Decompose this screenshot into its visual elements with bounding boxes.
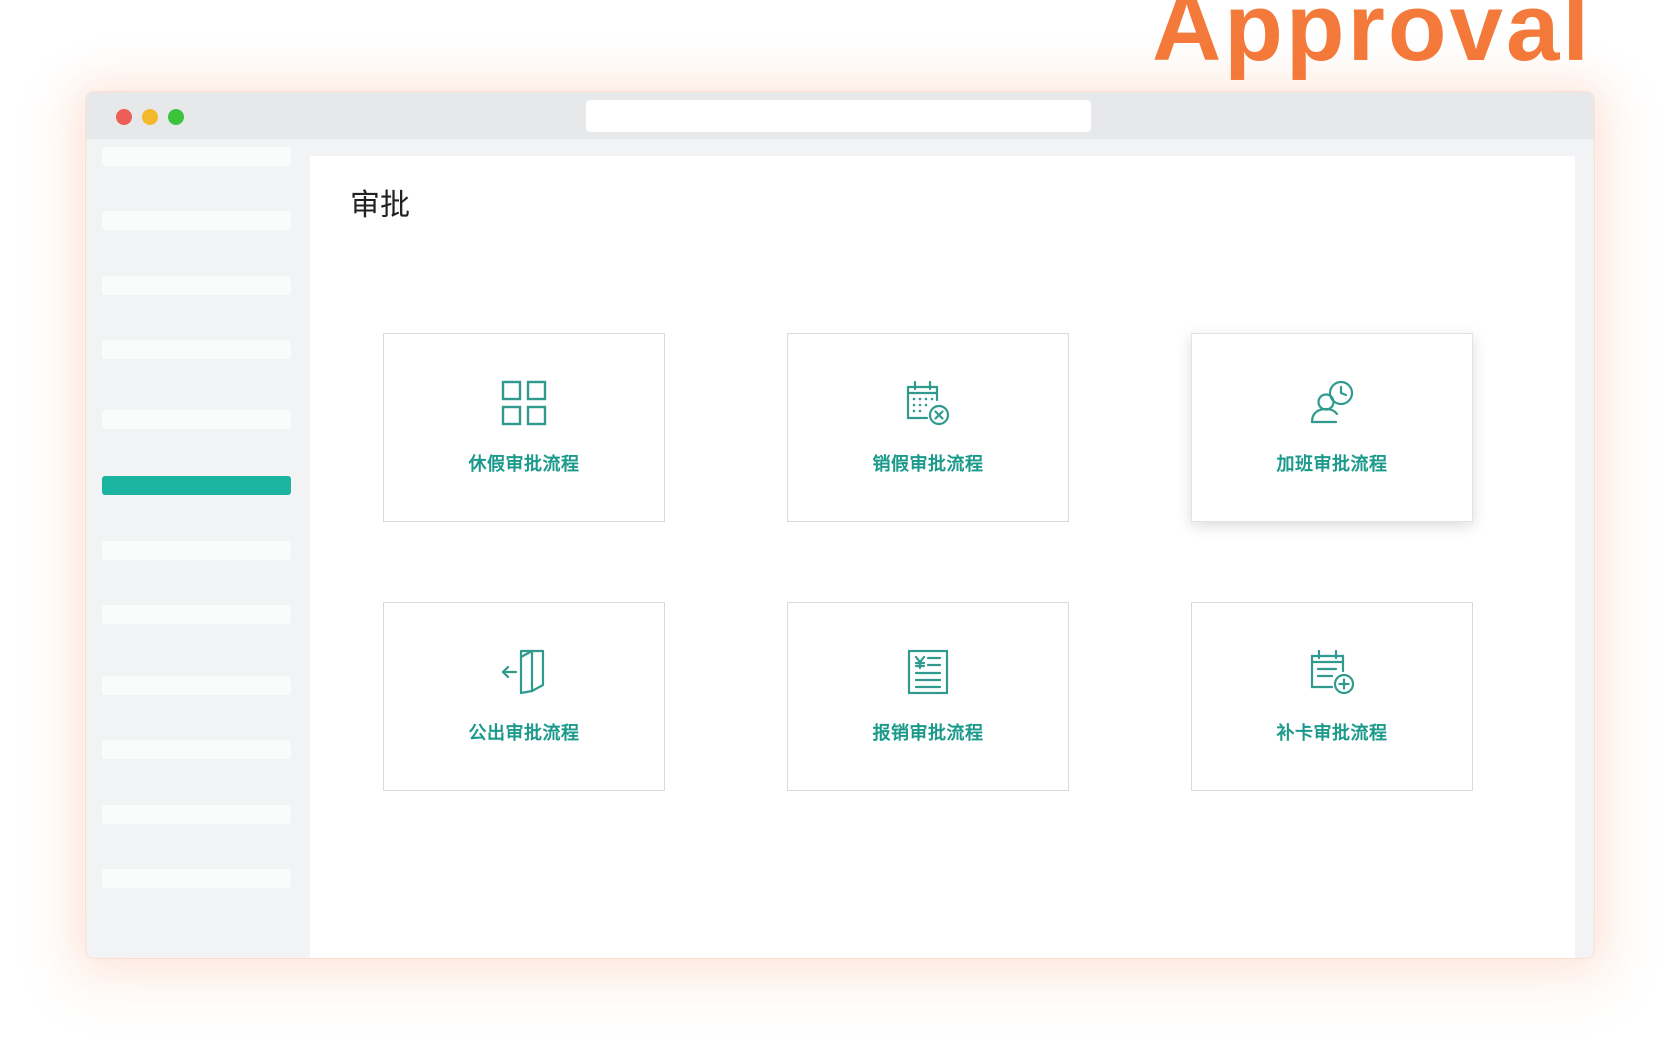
sidebar-item[interactable] (102, 805, 291, 824)
window-titlebar (86, 92, 1594, 139)
sidebar-item[interactable] (102, 605, 291, 624)
door-exit-icon (501, 649, 545, 695)
sidebar-item[interactable] (102, 211, 291, 230)
grid-icon (501, 380, 547, 426)
calendar-add-icon (1310, 649, 1355, 695)
sidebar-item[interactable] (102, 276, 291, 295)
card-label: 报销审批流程 (872, 723, 984, 744)
card-overtime-approval[interactable]: 加班审批流程 (1191, 333, 1473, 522)
card-attendance-fix-approval[interactable]: 补卡审批流程 (1191, 602, 1473, 791)
sidebar-item[interactable] (102, 740, 291, 759)
card-label: 加班审批流程 (1276, 454, 1388, 475)
card-leave-cancel-approval[interactable]: 销假审批流程 (787, 333, 1069, 522)
address-bar[interactable] (586, 100, 1091, 132)
main-content: 审批 休假审批流程 销假审批流程 加班审批流程 公出审批流程 报销审批流程 补卡… (310, 156, 1575, 958)
sidebar-item[interactable] (102, 676, 291, 695)
card-business-trip-approval[interactable]: 公出审批流程 (383, 602, 665, 791)
card-label: 公出审批流程 (468, 723, 580, 744)
card-label: 休假审批流程 (468, 454, 580, 475)
maximize-window-button[interactable] (168, 109, 184, 125)
card-reimbursement-approval[interactable]: 报销审批流程 (787, 602, 1069, 791)
card-label: 补卡审批流程 (1276, 723, 1388, 744)
sidebar-item-active[interactable] (102, 476, 291, 495)
close-window-button[interactable] (116, 109, 132, 125)
browser-window: 审批 休假审批流程 销假审批流程 加班审批流程 公出审批流程 报销审批流程 补卡… (86, 92, 1594, 958)
minimize-window-button[interactable] (142, 109, 158, 125)
sidebar (102, 139, 292, 958)
expense-receipt-icon (907, 649, 949, 695)
card-label: 销假审批流程 (872, 454, 984, 475)
sidebar-item[interactable] (102, 340, 291, 359)
sidebar-item[interactable] (102, 410, 291, 429)
page-title: 审批 (350, 188, 410, 223)
sidebar-item[interactable] (102, 147, 291, 166)
calendar-cancel-icon (906, 380, 950, 426)
sidebar-item[interactable] (102, 869, 291, 888)
card-leave-approval[interactable]: 休假审批流程 (383, 333, 665, 522)
sidebar-item[interactable] (102, 541, 291, 560)
approval-heading: Approval (1151, 0, 1592, 81)
user-clock-icon (1310, 380, 1354, 424)
